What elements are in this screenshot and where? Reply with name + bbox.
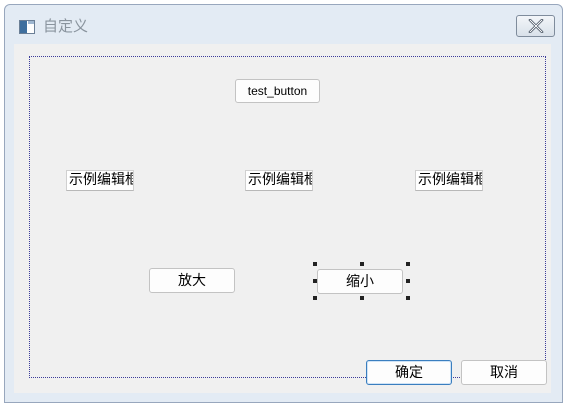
zoom-in-button[interactable]: 放大 <box>149 268 235 293</box>
close-icon <box>528 19 544 33</box>
selection-handle[interactable] <box>406 296 410 300</box>
design-grid-area <box>29 56 546 378</box>
dialog-client-area: test_button 示例编辑框 示例编辑框 示例编辑框 放大 缩小 确定 取… <box>14 44 551 393</box>
window-title: 自定义 <box>43 17 89 35</box>
close-button[interactable] <box>516 15 555 37</box>
window-icon <box>19 19 35 34</box>
sample-edit-box-2[interactable]: 示例编辑框 <box>245 170 313 191</box>
selection-handle[interactable] <box>360 296 364 300</box>
cancel-button[interactable]: 取消 <box>461 360 547 385</box>
selection-handle[interactable] <box>313 262 317 266</box>
selection-handle[interactable] <box>406 279 410 283</box>
test-button[interactable]: test_button <box>235 79 320 103</box>
ok-button[interactable]: 确定 <box>366 360 452 385</box>
selection-handle[interactable] <box>406 262 410 266</box>
sample-edit-box-3[interactable]: 示例编辑框 <box>415 170 483 191</box>
selection-handle[interactable] <box>313 279 317 283</box>
selection-handle[interactable] <box>360 262 364 266</box>
dialog-window: 自定义 test_button 示例编辑框 示例编辑框 示例编辑框 放大 缩小 … <box>4 4 563 403</box>
zoom-out-button[interactable]: 缩小 <box>317 269 403 294</box>
title-bar[interactable]: 自定义 <box>5 5 562 41</box>
selection-handle[interactable] <box>313 296 317 300</box>
sample-edit-box-1[interactable]: 示例编辑框 <box>66 170 134 191</box>
